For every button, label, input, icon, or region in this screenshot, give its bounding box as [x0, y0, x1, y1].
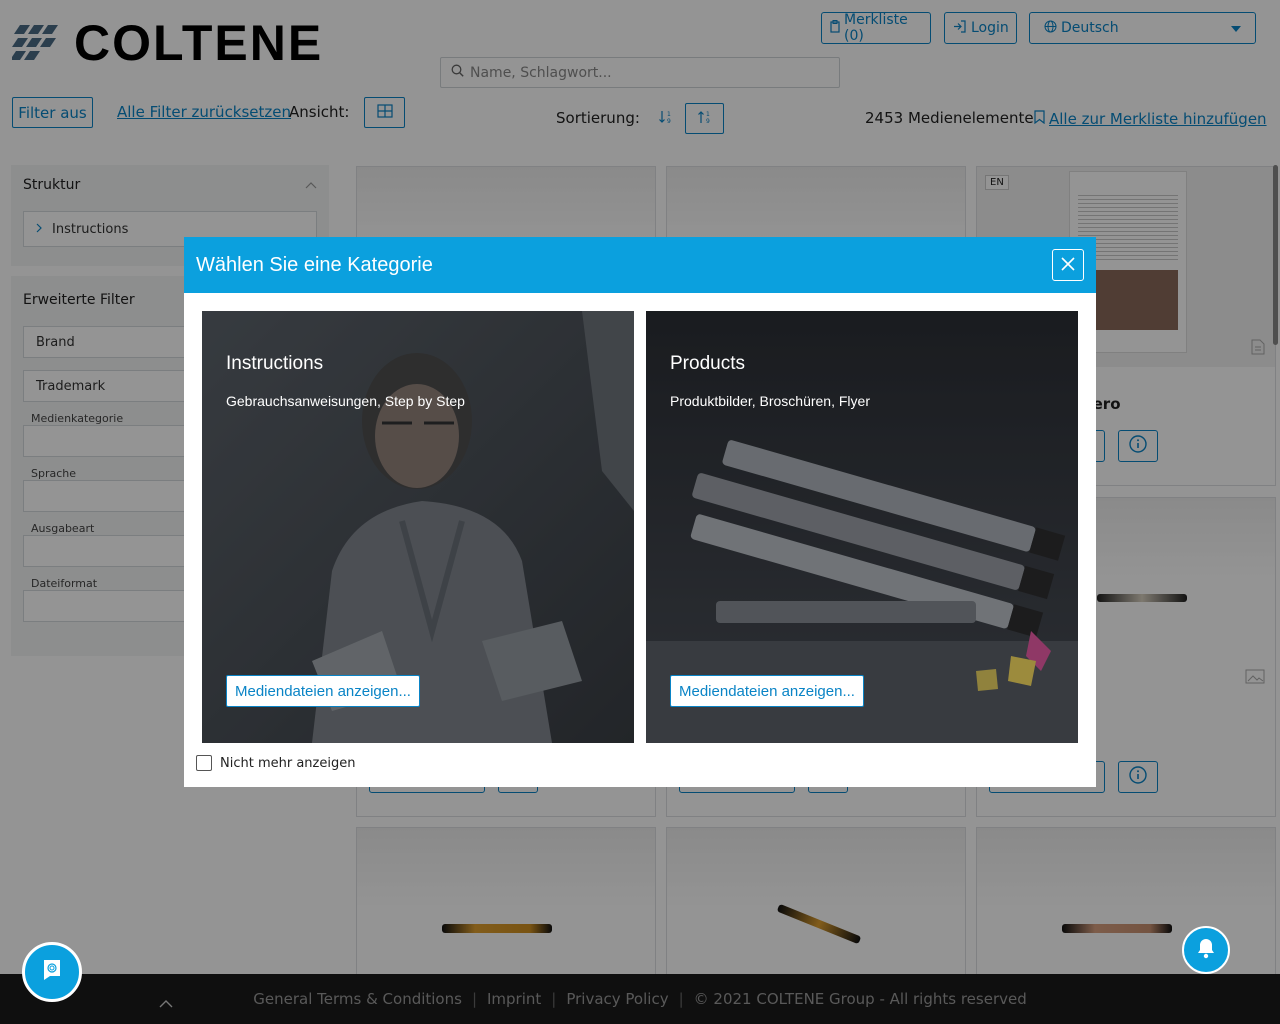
- modal-header: Wählen Sie eine Kategorie: [184, 237, 1096, 293]
- scroll-top-chevron[interactable]: [158, 994, 174, 1013]
- dont-show-checkbox[interactable]: [196, 755, 212, 771]
- tile-subtitle: Produktbilder, Broschüren, Flyer: [670, 393, 870, 409]
- category-modal: Wählen Sie eine Kategorie Instructions G…: [184, 237, 1096, 787]
- dont-show-again[interactable]: Nicht mehr anzeigen: [196, 755, 355, 771]
- fingerprint-chat-icon: [41, 958, 63, 986]
- show-media-button[interactable]: Mediendateien anzeigen...: [670, 675, 864, 707]
- show-media-button[interactable]: Mediendateien anzeigen...: [226, 675, 420, 707]
- tile-title: Instructions: [226, 353, 324, 374]
- tile-title: Products: [670, 353, 745, 374]
- notification-button[interactable]: [1182, 926, 1230, 974]
- bell-icon: [1196, 937, 1216, 963]
- dont-show-label: Nicht mehr anzeigen: [220, 755, 356, 771]
- instructions-tile[interactable]: Instructions Gebrauchsanweisungen, Step …: [202, 311, 634, 743]
- close-icon: [1061, 256, 1075, 275]
- close-button[interactable]: [1052, 249, 1084, 281]
- products-tile[interactable]: Products Produktbilder, Broschüren, Flye…: [646, 311, 1078, 743]
- chat-button[interactable]: [22, 942, 82, 1002]
- tile-subtitle: Gebrauchsanweisungen, Step by Step: [226, 393, 465, 409]
- modal-title: Wählen Sie eine Kategorie: [196, 253, 433, 276]
